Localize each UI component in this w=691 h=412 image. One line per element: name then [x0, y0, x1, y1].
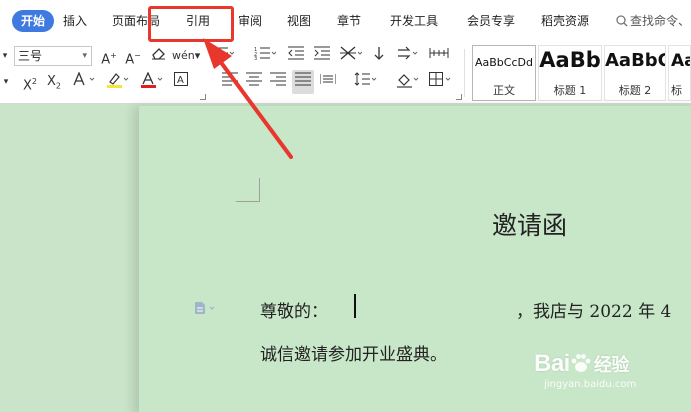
- svg-text:3: 3: [254, 56, 257, 60]
- chevron-down-icon[interactable]: ▾: [0, 72, 12, 92]
- command-search[interactable]: 查找命令、: [616, 10, 690, 32]
- doc-line-body-2[interactable]: 诚信邀请参加开业盛典。: [260, 340, 447, 365]
- tab-review[interactable]: 审阅: [238, 10, 262, 32]
- style-card-heading-1[interactable]: AaBb 标题 1: [538, 45, 602, 101]
- tab-chapter[interactable]: 章节: [337, 10, 361, 32]
- font-shrink-icon[interactable]: A−: [124, 46, 142, 67]
- style-sample: AaBbCcDd: [475, 56, 533, 69]
- indent-icon[interactable]: [312, 46, 332, 66]
- style-name: 正文: [493, 84, 515, 97]
- paragraph-handle-icon[interactable]: [194, 299, 218, 318]
- char-border-icon[interactable]: A: [172, 72, 190, 92]
- watermark-brand: Bai: [534, 350, 570, 377]
- sort-icon[interactable]: [370, 46, 388, 66]
- text-direction-icon[interactable]: [396, 46, 420, 66]
- line-spacing-icon[interactable]: [352, 72, 380, 92]
- phonetic-guide-icon[interactable]: wén▾: [172, 46, 200, 66]
- font-color-icon[interactable]: [138, 71, 166, 92]
- font-dialog-launcher-icon[interactable]: [200, 94, 206, 100]
- page-margin-marker: [236, 178, 260, 202]
- style-card-normal[interactable]: AaBbCcDd 正文: [472, 45, 536, 101]
- align-left-icon[interactable]: [220, 72, 240, 92]
- clear-format-icon[interactable]: [148, 46, 168, 66]
- font-grow-icon[interactable]: A+: [100, 46, 118, 67]
- text-cursor: [354, 294, 356, 318]
- text-effect-icon[interactable]: [70, 71, 98, 92]
- justify-icon[interactable]: [292, 70, 314, 94]
- document-title[interactable]: 邀请函: [492, 206, 567, 242]
- search-placeholder: 查找命令、: [630, 14, 691, 28]
- style-card-heading-3[interactable]: Aa 标: [668, 45, 691, 101]
- highlight-icon[interactable]: [104, 72, 132, 92]
- watermark-cn: 经验: [593, 355, 630, 375]
- style-name: 标题 1: [553, 84, 587, 97]
- subscript-icon[interactable]: X2: [44, 72, 64, 92]
- chevron-down-icon[interactable]: ▾: [0, 46, 10, 66]
- ribbon-toolbar: ▾ 三号 ▾ A+ A− wén▾ 123 ▾ X2 X2 A AaBbCcDd…: [0, 42, 691, 104]
- font-size-value: 三号: [18, 49, 43, 63]
- annotation-highlight-box: [148, 6, 234, 42]
- svg-text:A: A: [177, 75, 184, 86]
- tab-home[interactable]: 开始: [12, 10, 55, 32]
- distribute-icon[interactable]: [318, 72, 338, 92]
- style-sample: AaBb: [539, 48, 601, 72]
- paw-logo-icon: [570, 352, 592, 381]
- superscript-icon[interactable]: X2: [20, 72, 40, 93]
- style-name: 标题 2: [618, 84, 652, 97]
- font-size-select[interactable]: 三号 ▾: [14, 46, 92, 66]
- watermark-url: jingyan.baidu.com: [544, 379, 637, 390]
- borders-icon[interactable]: [428, 72, 454, 92]
- baidu-watermark: Bai 经验 jingyan.baidu.com: [534, 350, 636, 390]
- tab-docer[interactable]: 稻壳资源: [541, 10, 589, 32]
- chinese-layout-icon[interactable]: [338, 46, 364, 66]
- bullets-icon[interactable]: [210, 46, 236, 66]
- tab-developer[interactable]: 开发工具: [390, 10, 438, 32]
- style-card-heading-2[interactable]: AaBbC 标题 2: [604, 45, 666, 101]
- toolbar-divider: [464, 49, 465, 97]
- chevron-down-icon: ▾: [82, 51, 87, 61]
- ribbon-tab-bar: 开始 插入 页面布局 引用 审阅 视图 章节 开发工具 会员专享 稻壳资源 查找…: [0, 0, 691, 42]
- show-marks-icon[interactable]: [428, 46, 450, 66]
- search-icon: [616, 15, 628, 27]
- tab-view[interactable]: 视图: [287, 10, 311, 32]
- numbering-icon[interactable]: 123: [252, 46, 278, 66]
- shading-icon[interactable]: [394, 72, 422, 92]
- doc-line-body-1[interactable]: ，我店与 2022 年 4: [516, 297, 671, 322]
- tab-insert[interactable]: 插入: [63, 10, 87, 32]
- outdent-icon[interactable]: [286, 46, 306, 66]
- tab-member[interactable]: 会员专享: [467, 10, 515, 32]
- style-name: 标: [671, 84, 682, 97]
- align-center-icon[interactable]: [244, 72, 264, 92]
- paragraph-dialog-launcher-icon[interactable]: [456, 94, 462, 100]
- style-sample: AaBbC: [605, 50, 665, 71]
- style-sample: Aa: [671, 51, 690, 71]
- doc-line-salutation[interactable]: 尊敬的：: [260, 297, 328, 322]
- align-right-icon[interactable]: [268, 72, 288, 92]
